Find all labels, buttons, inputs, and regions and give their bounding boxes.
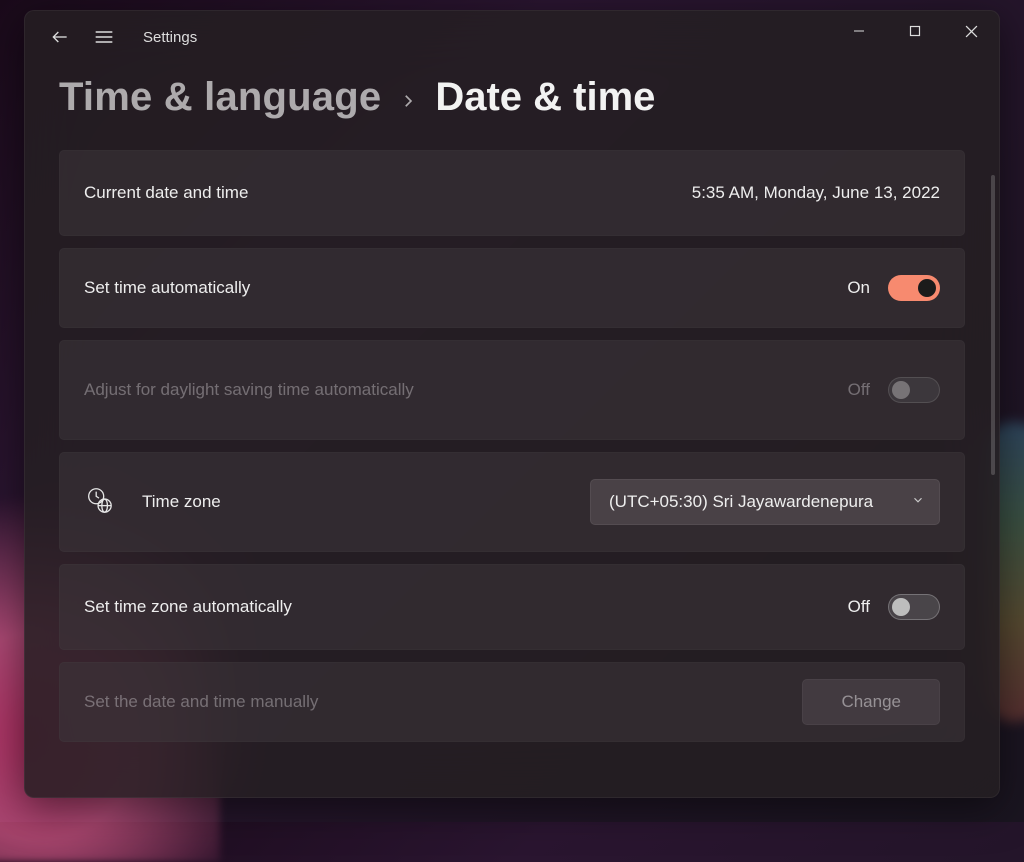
hamburger-icon xyxy=(94,29,114,45)
current-datetime-row: Current date and time 5:35 AM, Monday, J… xyxy=(59,150,965,236)
nav-menu-button[interactable] xyxy=(87,20,121,54)
chevron-down-icon xyxy=(911,492,925,512)
dst-auto-label: Adjust for daylight saving time automati… xyxy=(84,380,414,400)
minimize-button[interactable] xyxy=(831,11,887,51)
set-tz-auto-state: Off xyxy=(848,597,870,617)
titlebar: Settings xyxy=(25,11,999,63)
breadcrumb-current: Date & time xyxy=(435,75,655,120)
content-area: Time & language Date & time Current date… xyxy=(25,63,999,797)
maximize-icon xyxy=(909,25,921,37)
change-button[interactable]: Change xyxy=(802,679,940,725)
back-button[interactable] xyxy=(43,20,77,54)
set-manual-row: Set the date and time manually Change xyxy=(59,662,965,742)
minimize-icon xyxy=(853,25,865,37)
set-tz-auto-label: Set time zone automatically xyxy=(84,597,292,617)
settings-window: Settings Time & language Date & time Cur… xyxy=(24,10,1000,798)
window-title: Settings xyxy=(143,29,197,46)
time-zone-selected: (UTC+05:30) Sri Jayawardenepura xyxy=(609,492,873,511)
breadcrumb-parent[interactable]: Time & language xyxy=(59,75,381,120)
set-manual-label: Set the date and time manually xyxy=(84,692,318,712)
chevron-right-icon xyxy=(399,86,417,117)
current-datetime-label: Current date and time xyxy=(84,183,248,203)
dst-auto-toggle xyxy=(888,377,940,403)
current-datetime-value: 5:35 AM, Monday, June 13, 2022 xyxy=(692,183,940,203)
maximize-button[interactable] xyxy=(887,11,943,51)
set-time-auto-label: Set time automatically xyxy=(84,278,250,298)
close-button[interactable] xyxy=(943,11,999,51)
dst-auto-state: Off xyxy=(848,380,870,400)
globe-clock-icon xyxy=(84,485,114,520)
set-tz-auto-toggle[interactable] xyxy=(888,594,940,620)
set-time-auto-toggle[interactable] xyxy=(888,275,940,301)
window-controls xyxy=(831,11,999,51)
set-time-auto-row: Set time automatically On xyxy=(59,248,965,328)
close-icon xyxy=(965,25,978,38)
time-zone-row: Time zone (UTC+05:30) Sri Jayawardenepur… xyxy=(59,452,965,552)
time-zone-label: Time zone xyxy=(142,492,221,512)
scrollbar[interactable] xyxy=(991,175,995,475)
set-time-auto-state: On xyxy=(847,278,870,298)
time-zone-dropdown[interactable]: (UTC+05:30) Sri Jayawardenepura xyxy=(590,479,940,525)
breadcrumb: Time & language Date & time xyxy=(59,75,965,120)
dst-auto-row: Adjust for daylight saving time automati… xyxy=(59,340,965,440)
set-tz-auto-row: Set time zone automatically Off xyxy=(59,564,965,650)
arrow-left-icon xyxy=(50,27,70,47)
